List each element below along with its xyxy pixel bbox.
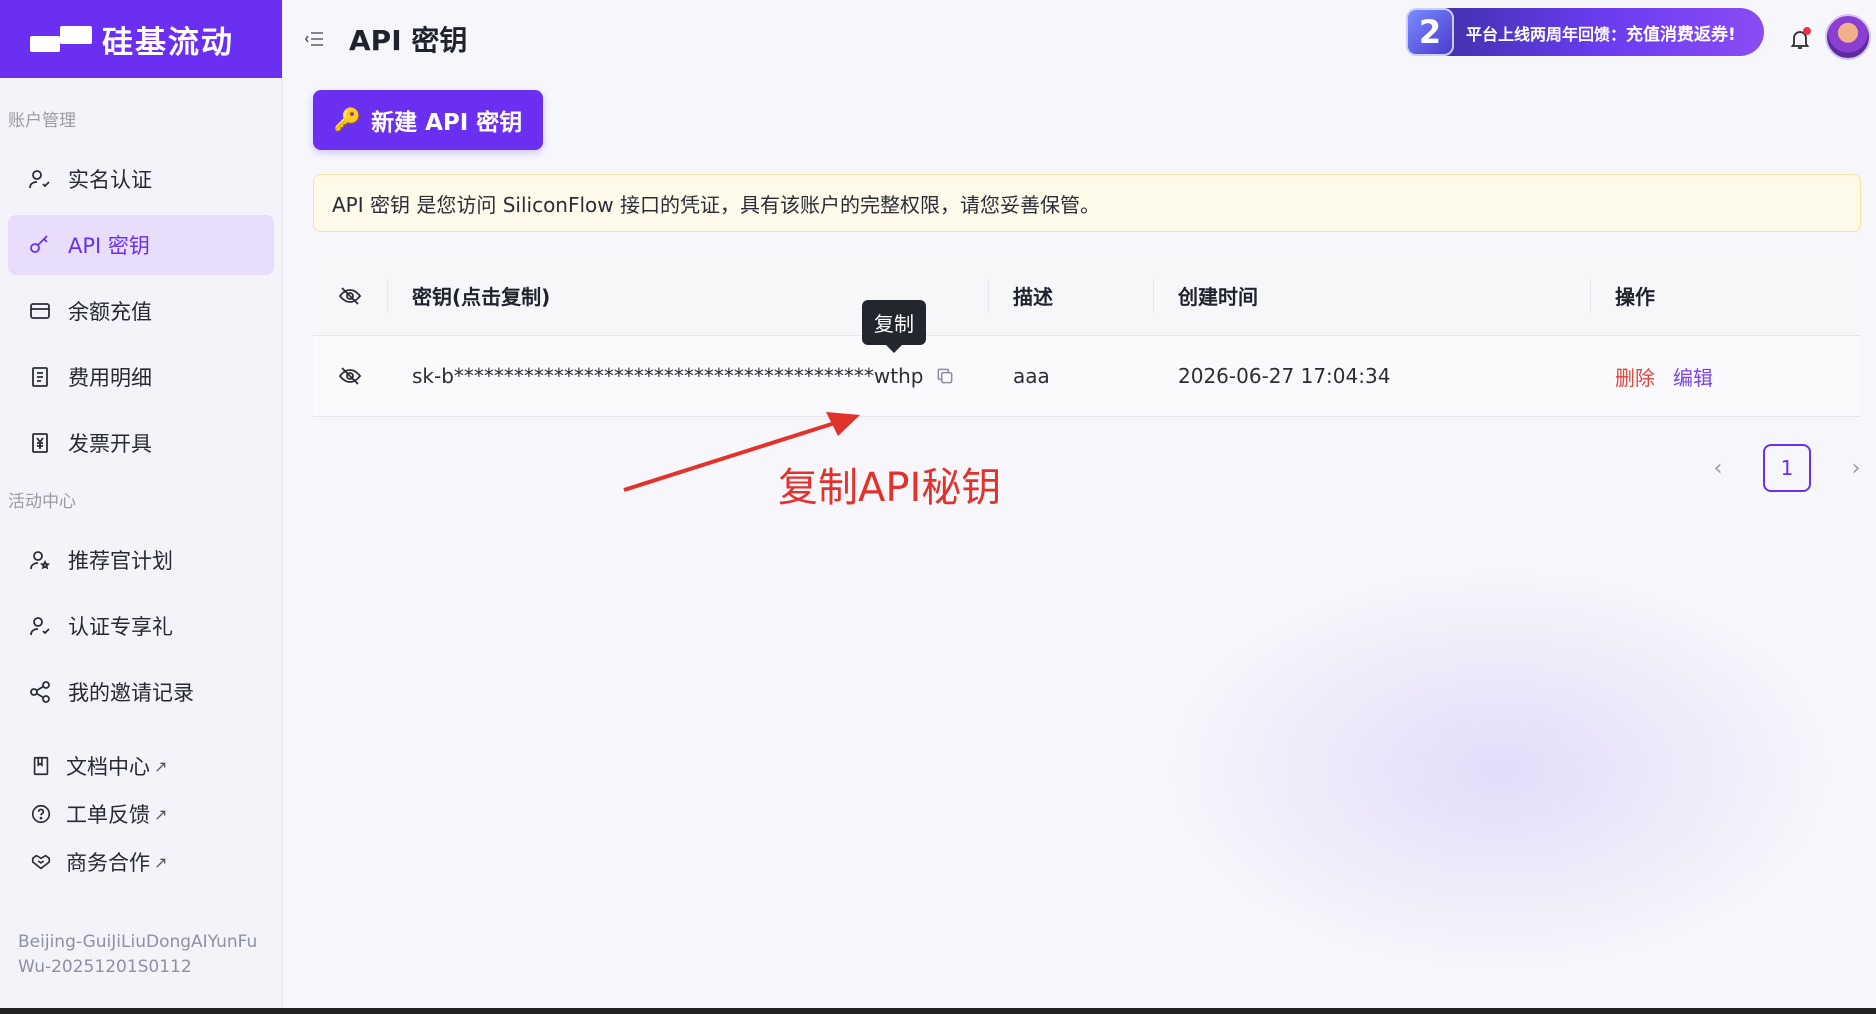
sidebar-item-recharge[interactable]: 余额充值 (8, 281, 274, 341)
sidebar: 硅基流动 账户管理 实名认证 API 密钥 余额充值 费用明细 发票开具 活动中… (0, 0, 283, 1008)
notification-dot (1803, 27, 1811, 35)
credit-card-icon (26, 297, 54, 325)
notification-bell-icon[interactable] (1783, 22, 1817, 56)
share-icon (26, 678, 54, 706)
page-title: API 密钥 (349, 24, 468, 57)
promo-text: 平台上线两周年回馈：充值消费返券! (1466, 20, 1736, 45)
new-api-key-button[interactable]: 🔑 新建 API 密钥 (313, 90, 543, 150)
notice-text: API 密钥 是您访问 SiliconFlow 接口的凭证，具有该账户的完整权限… (332, 192, 1100, 217)
screen-bottom-bar (0, 1008, 1876, 1014)
background-glow (1150, 560, 1850, 980)
external-link-icon: ↗ (154, 756, 168, 776)
sidebar-item-label: 实名认证 (68, 168, 152, 192)
actions-cell: 删除 编辑 (1591, 362, 1713, 391)
sidebar-link-label: 工单反馈 (66, 803, 150, 827)
sidebar-link-tickets[interactable]: 工单反馈 ↗ (0, 790, 282, 838)
sidebar-item-verification[interactable]: 实名认证 (8, 149, 274, 209)
copy-tooltip: 复制 (862, 300, 926, 353)
new-api-key-label: 新建 API 密钥 (371, 110, 523, 136)
sidebar-item-label: 余额充值 (68, 300, 152, 324)
section-activity-title: 活动中心 (8, 492, 76, 512)
column-header-description: 描述 (1013, 285, 1053, 309)
promo-lead: 平台上线两周年回馈： (1466, 24, 1627, 44)
promo-banner[interactable]: 2 平台上线两周年回馈：充值消费返券! (1406, 8, 1764, 56)
key-icon (26, 231, 54, 259)
avatar[interactable] (1825, 14, 1871, 60)
toggle-visibility-icon[interactable] (313, 364, 387, 388)
security-notice: API 密钥 是您访问 SiliconFlow 接口的凭证，具有该账户的完整权限… (313, 174, 1861, 232)
sidebar-item-invites[interactable]: 我的邀请记录 (8, 662, 274, 722)
page-number-button[interactable]: 1 (1763, 444, 1811, 492)
sidebar-link-label: 文档中心 (66, 755, 150, 779)
brand-name: 硅基流动 (102, 24, 234, 61)
sidebar-item-label: 我的邀请记录 (68, 681, 194, 705)
sidebar-item-api-keys[interactable]: API 密钥 (8, 215, 274, 275)
delete-button[interactable]: 删除 (1615, 362, 1655, 391)
sidebar-item-label: 发票开具 (68, 432, 152, 456)
next-page-button[interactable]: › (1841, 456, 1871, 481)
sidebar-item-label: 费用明细 (68, 366, 152, 390)
promo-highlight: 充值消费返券! (1626, 24, 1736, 45)
table-row: sk-b************************************… (313, 336, 1861, 417)
annotation-text: 复制API秘钥 (778, 465, 1002, 511)
sidebar-item-billing[interactable]: 费用明细 (8, 347, 274, 407)
edit-button[interactable]: 编辑 (1673, 362, 1713, 391)
sidebar-link-label: 商务合作 (66, 851, 150, 875)
prev-page-button[interactable]: ‹ (1703, 456, 1733, 481)
created-time-cell: 2026-06-27 17:04:34 (1178, 364, 1391, 388)
handshake-icon (28, 849, 54, 875)
sidebar-item-label: 推荐官计划 (68, 549, 173, 573)
toggle-all-visibility-icon[interactable] (313, 284, 387, 308)
receipt-icon (26, 363, 54, 391)
sidebar-item-referral[interactable]: 推荐官计划 (8, 530, 274, 590)
book-icon (28, 753, 54, 779)
sidebar-link-docs[interactable]: 文档中心 ↗ (0, 742, 282, 790)
section-account-title: 账户管理 (8, 111, 76, 131)
invoice-icon (26, 429, 54, 457)
external-link-icon: ↗ (154, 804, 168, 824)
help-circle-icon (28, 801, 54, 827)
sidebar-item-label: API 密钥 (68, 234, 150, 258)
top-bar: API 密钥 2 平台上线两周年回馈：充值消费返券! (283, 0, 1876, 78)
sidebar-link-business[interactable]: 商务合作 ↗ (0, 838, 282, 886)
brand-logo-icon (30, 24, 92, 54)
external-link-icon: ↗ (154, 852, 168, 872)
key-emoji-icon: 🔑 (333, 107, 362, 133)
sidebar-item-verified-gift[interactable]: 认证专享礼 (8, 596, 274, 656)
main-content: 🔑 新建 API 密钥 API 密钥 是您访问 SiliconFlow 接口的凭… (313, 78, 1861, 492)
column-header-actions: 操作 (1615, 285, 1655, 309)
user-star-icon (26, 546, 54, 574)
organization-id: Beijing-GuiJiLiuDongAIYunFuWu-20251201S0… (18, 932, 258, 977)
table-header: 密钥(点击复制) 描述 创建时间 操作 (313, 256, 1861, 336)
copy-icon[interactable] (935, 366, 955, 386)
api-key-cell[interactable]: sk-b************************************… (388, 364, 988, 388)
pagination: ‹ 1 › (1703, 444, 1871, 492)
api-key-table: 密钥(点击复制) 描述 创建时间 操作 sk-b****************… (313, 256, 1861, 417)
anniversary-badge-icon: 2 (1406, 8, 1454, 56)
brand-header[interactable]: 硅基流动 (0, 0, 282, 78)
sidebar-item-invoice[interactable]: 发票开具 (8, 413, 274, 473)
user-check-icon (26, 165, 54, 193)
sidebar-item-label: 认证专享礼 (68, 615, 173, 639)
column-header-created: 创建时间 (1178, 285, 1258, 309)
menu-collapse-icon[interactable] (305, 31, 335, 47)
description-cell: aaa (1013, 364, 1050, 388)
user-gift-icon (26, 612, 54, 640)
api-key-value[interactable]: sk-b************************************… (412, 364, 923, 388)
